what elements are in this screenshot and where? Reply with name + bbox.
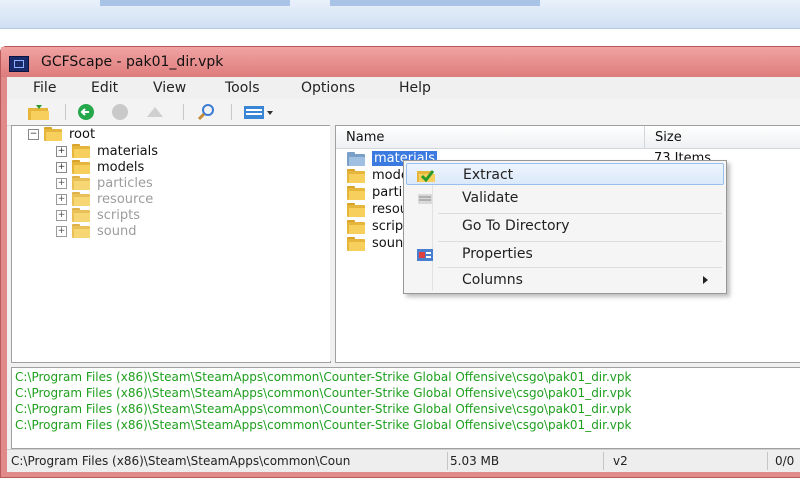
toolbar-separator [65,104,66,120]
tree-node-resource[interactable]: + resource [56,191,153,207]
context-menu: Extract Validate Go To Directory Propert… [403,160,727,294]
folder-icon [71,191,91,207]
background-tab [100,0,290,6]
tree-label: materials [97,143,159,159]
menu-item-label: Properties [462,246,533,262]
folder-icon [71,207,91,223]
menu-separator [438,213,722,214]
tree-node-models[interactable]: + models [56,159,144,175]
status-size: 5.03 MB [450,454,500,468]
menu-file[interactable]: File [33,80,56,96]
folder-icon [71,143,91,159]
list-item[interactable]: sound [346,235,411,252]
menu-tools[interactable]: Tools [225,80,260,96]
menu-item-columns[interactable]: Columns [406,269,724,291]
tree-node-sound[interactable]: + sound [56,223,136,239]
toolbar-separator [231,104,232,120]
menu-item-label: Columns [462,272,523,288]
status-bar: C:\Program Files (x86)\Steam\SteamApps\c… [7,449,800,472]
folder-icon [346,219,366,235]
title-bar[interactable]: GCFScape - pak01_dir.vpk [1,47,800,77]
folder-tree[interactable]: − root + materials + models + particles … [11,125,331,363]
up-icon[interactable] [145,103,165,121]
expand-icon[interactable]: + [56,161,67,173]
folder-icon [346,168,366,184]
status-separator [767,452,768,470]
log-line: C:\Program Files (x86)\Steam\SteamApps\c… [15,386,632,400]
menu-separator [438,241,722,242]
background-bottom [0,478,800,500]
status-count: 0/0 [775,454,795,468]
forward-icon[interactable] [111,103,131,121]
tree-node-root[interactable]: − root [28,126,95,142]
folder-icon [346,185,366,201]
menu-item-label: Validate [462,190,519,206]
column-header-name[interactable]: Name [336,126,645,149]
menu-item-go-to-directory[interactable]: Go To Directory [406,215,724,237]
folder-icon [43,126,63,142]
menu-view[interactable]: View [153,80,186,96]
status-version: v2 [613,454,628,468]
column-header-size[interactable]: Size [645,126,800,149]
menu-options[interactable]: Options [301,80,355,96]
column-name-label: Name [346,130,385,145]
validate-icon [414,190,434,206]
tree-node-scripts[interactable]: + scripts [56,207,140,223]
tree-label: resource [97,191,154,207]
back-icon[interactable] [77,103,97,121]
expand-icon[interactable]: + [56,209,67,221]
background-tab [330,0,540,6]
tree-node-materials[interactable]: + materials [56,143,158,159]
folder-icon [71,175,91,191]
open-icon[interactable] [27,103,49,121]
log-pane[interactable]: C:\Program Files (x86)\Steam\SteamApps\c… [11,367,800,449]
window-title: GCFScape - pak01_dir.vpk [41,54,224,70]
toolbar-separator [183,104,184,120]
menu-bar: File Edit View Tools Options Help [7,77,800,99]
status-separator [603,452,604,470]
toolbar [7,99,800,126]
expand-icon[interactable]: + [56,225,67,237]
folder-icon [346,202,366,218]
log-line: C:\Program Files (x86)\Steam\SteamApps\c… [15,402,632,416]
folder-icon [346,236,366,252]
column-size-label: Size [655,130,682,145]
log-line: C:\Program Files (x86)\Steam\SteamApps\c… [15,370,632,384]
menu-item-label: Extract [463,167,514,183]
tree-label: scripts [97,207,140,223]
menu-item-label: Go To Directory [462,218,570,234]
tree-label: particles [97,175,153,191]
menu-item-validate[interactable]: Validate [406,187,724,209]
properties-icon [414,246,434,262]
status-path: C:\Program Files (x86)\Steam\SteamApps\c… [11,454,351,468]
tree-label: models [97,159,145,175]
expand-icon[interactable]: + [56,177,67,189]
view-mode-icon[interactable] [243,103,273,121]
folder-icon [346,151,366,167]
menu-edit[interactable]: Edit [91,80,118,96]
status-separator [447,452,448,470]
extract-icon [415,167,435,183]
menu-help[interactable]: Help [399,80,431,96]
collapse-icon[interactable]: − [28,128,39,140]
submenu-arrow-icon [703,276,708,284]
log-line: C:\Program Files (x86)\Steam\SteamApps\c… [15,418,632,432]
menu-item-extract[interactable]: Extract [406,163,724,185]
expand-icon[interactable]: + [56,145,67,157]
expand-icon[interactable]: + [56,193,67,205]
search-icon[interactable] [197,103,217,121]
menu-separator [438,267,722,268]
folder-icon [71,223,91,239]
folder-icon [71,159,91,175]
app-icon [9,56,29,72]
tree-node-particles[interactable]: + particles [56,175,153,191]
menu-item-properties[interactable]: Properties [406,243,724,265]
background-top-strip [0,0,800,29]
tree-label: sound [97,223,137,239]
tree-label: root [69,126,96,142]
